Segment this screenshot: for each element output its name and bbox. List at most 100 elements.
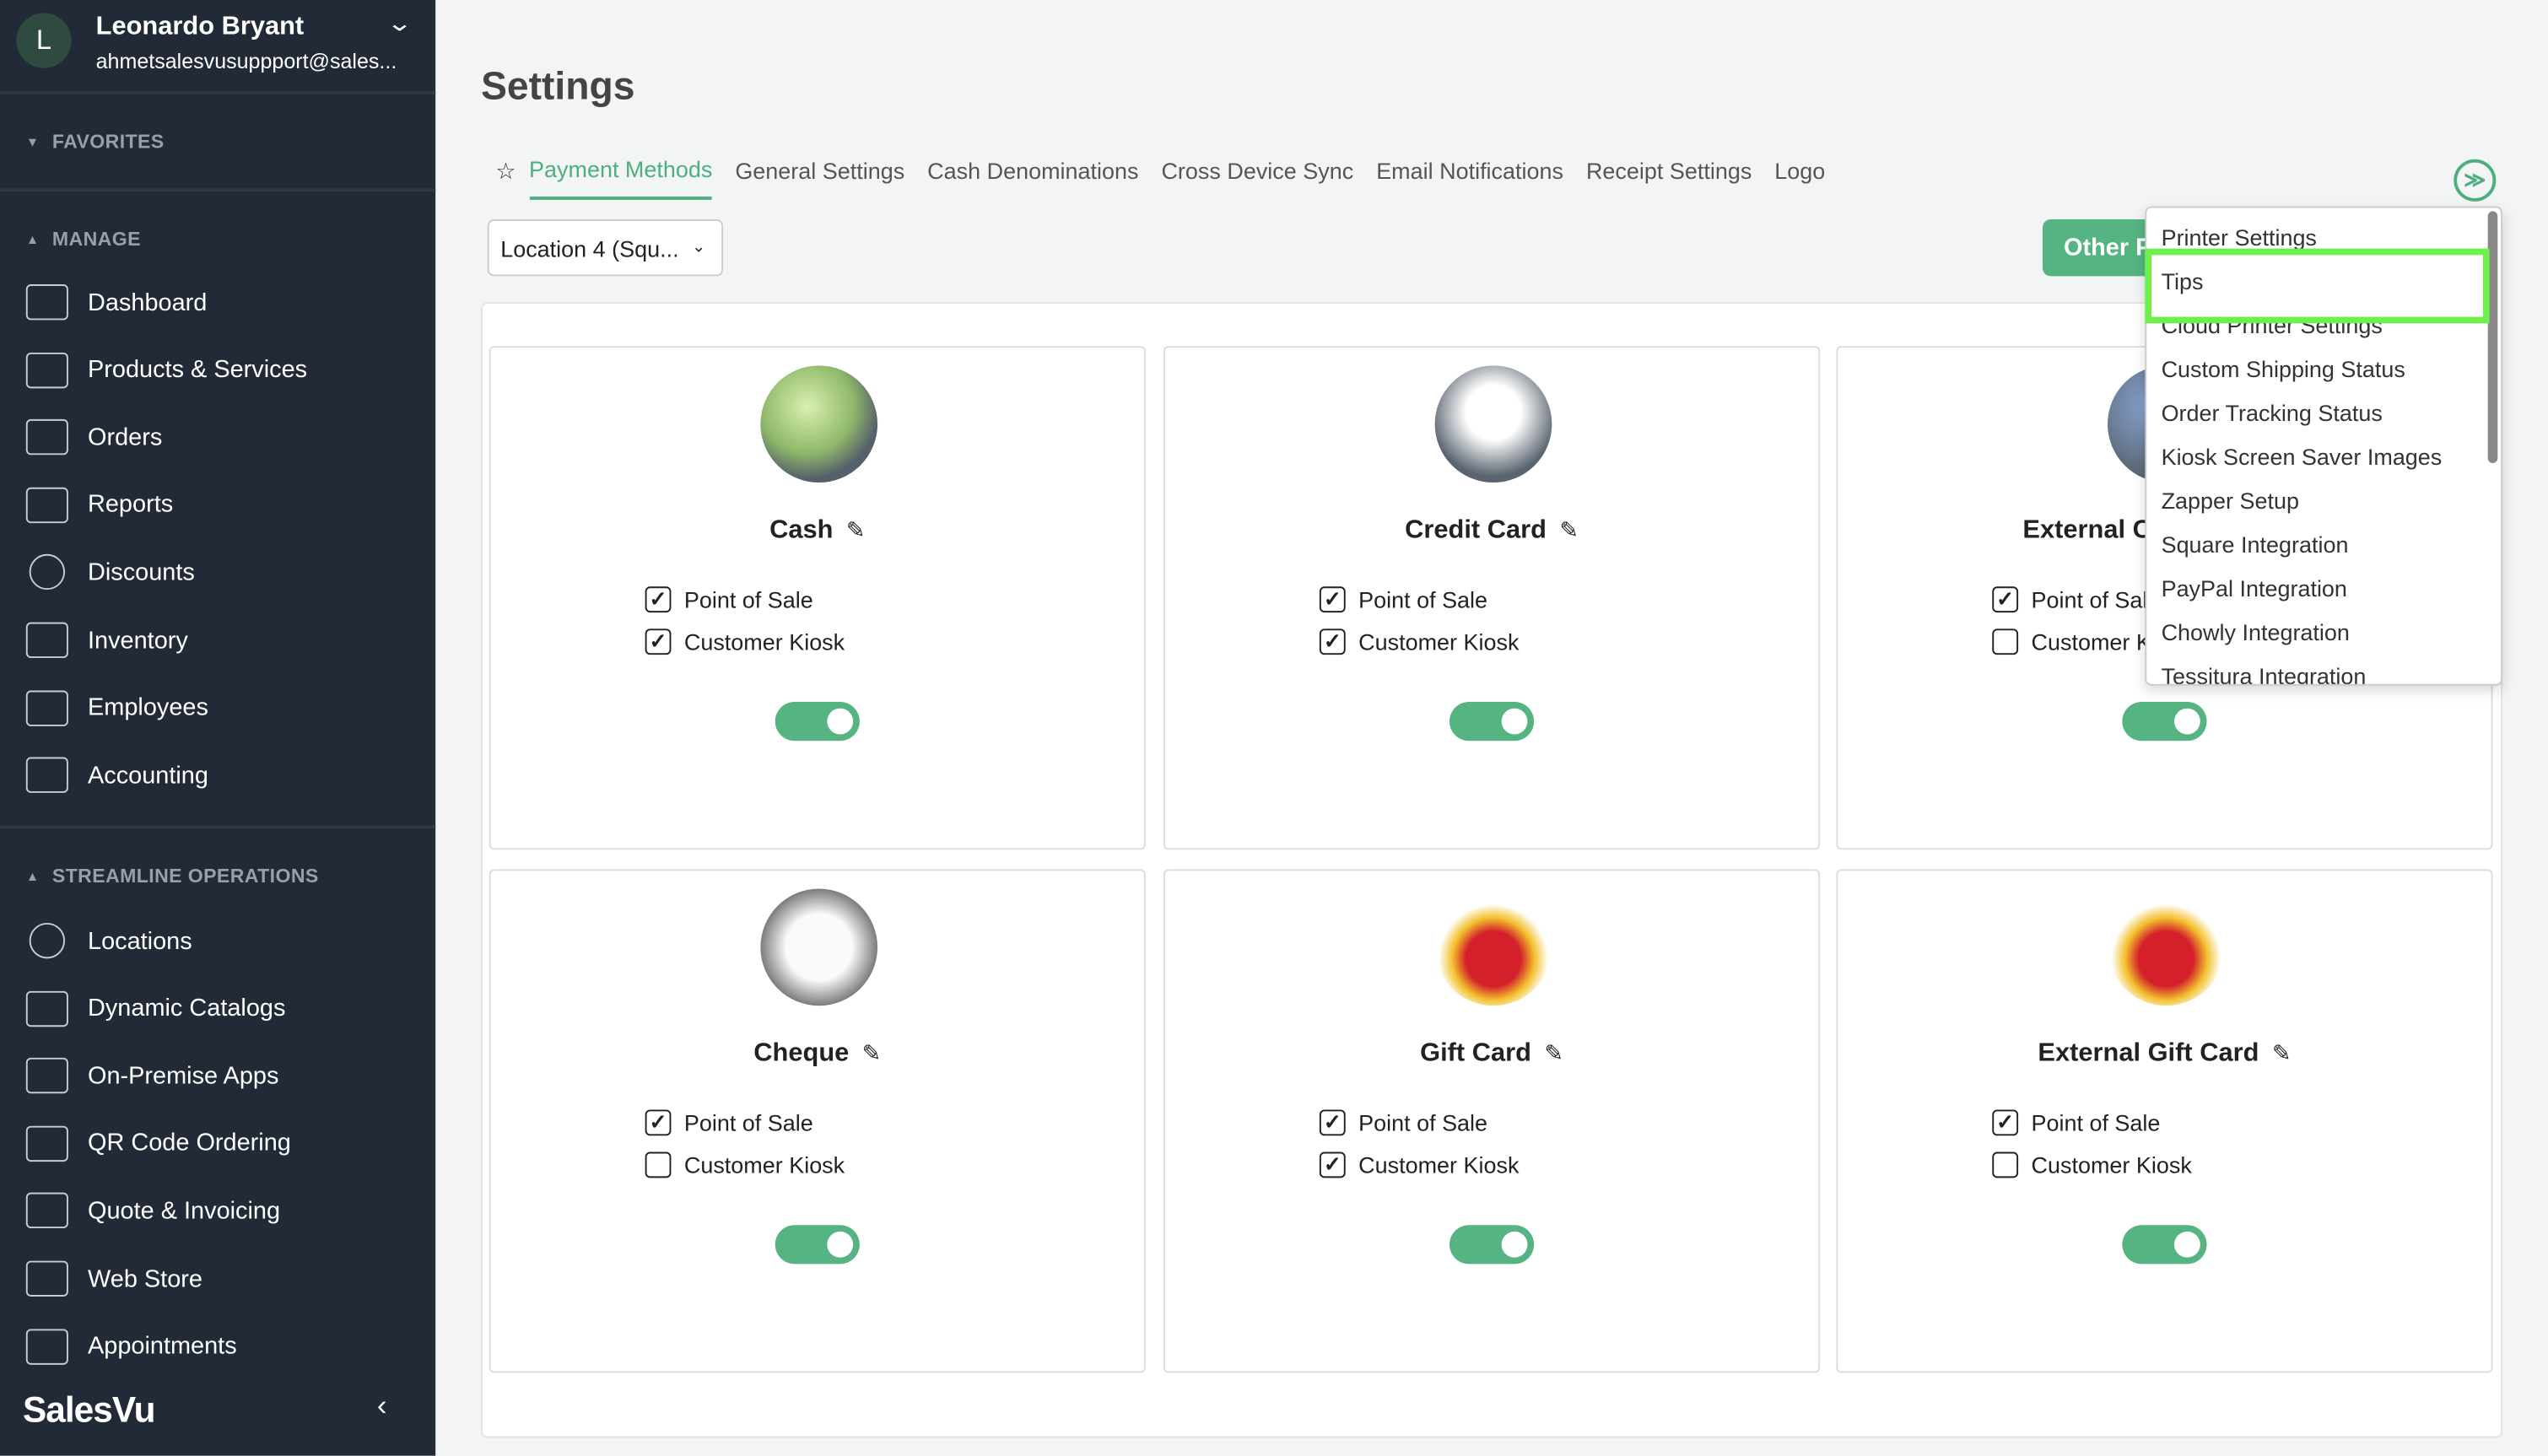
sidebar-item-appointments[interactable]: Appointments: [0, 1315, 435, 1377]
user-email: ahmetsalesvusuppport@sales...: [95, 48, 397, 73]
customer-kiosk-checkbox[interactable]: Customer Kiosk: [645, 1151, 845, 1178]
point-of-sale-checkbox[interactable]: ✓ Point of Sale: [1319, 586, 1487, 613]
dropdown-item-chowly-integration[interactable]: Chowly Integration: [2162, 619, 2350, 645]
qr-code-icon: [25, 1125, 68, 1162]
point-of-sale-checkbox[interactable]: ✓ Point of Sale: [645, 586, 813, 613]
payment-method-name: Cash ✎: [491, 516, 1144, 546]
checkbox-label: Point of Sale: [683, 586, 813, 613]
sidebar-item-label: Products & Services: [88, 355, 308, 384]
sidebar-item-label: Appointments: [88, 1332, 237, 1361]
tab-payment-methods[interactable]: Payment Methods: [529, 156, 713, 200]
point-of-sale-checkbox[interactable]: ✓ Point of Sale: [1319, 1109, 1488, 1136]
edit-icon[interactable]: ✎: [862, 1040, 882, 1066]
payment-method-label: Cash: [769, 516, 834, 545]
gift-icon: [2108, 888, 2225, 1006]
user-name[interactable]: Leonardo Bryant: [96, 13, 305, 42]
more-tabs-button[interactable]: ≫: [2454, 159, 2497, 202]
point-of-sale-checkbox[interactable]: ✓ Point of Sale: [1992, 1109, 2161, 1136]
enabled-toggle[interactable]: [2122, 1225, 2207, 1265]
customer-kiosk-checkbox[interactable]: ✓ Customer Kiosk: [1319, 628, 1520, 655]
tab-receipt-settings[interactable]: Receipt Settings: [1586, 158, 1752, 198]
sidebar-item-locations[interactable]: Locations: [0, 910, 435, 972]
reports-icon: [25, 487, 68, 523]
highlight-box: [2145, 248, 2490, 324]
payment-method-label: Gift Card: [1420, 1039, 1531, 1068]
sidebar-item-label: Reports: [88, 491, 174, 519]
divider: [0, 825, 436, 829]
sidebar-item-employees[interactable]: Employees: [0, 677, 435, 738]
tab-email-notifications[interactable]: Email Notifications: [1376, 158, 1563, 198]
dropdown-item-paypal-integration[interactable]: PayPal Integration: [2162, 575, 2347, 601]
sidebar-item-label: Dashboard: [88, 288, 208, 316]
caret-up-icon: ▲: [25, 869, 40, 884]
percent-icon: [29, 554, 66, 590]
checkbox-label: Point of Sale: [2031, 1109, 2161, 1136]
sidebar-item-label: QR Code Ordering: [88, 1130, 291, 1157]
checkbox-label: Customer Kiosk: [2031, 1151, 2192, 1178]
dropdown-item-tessitura-integration[interactable]: Tessitura Integration: [2162, 663, 2367, 684]
tab-logo[interactable]: Logo: [1774, 158, 1825, 198]
sidebar-item-inventory[interactable]: Inventory: [0, 609, 435, 671]
sidebar-item-on-premise-apps[interactable]: On-Premise Apps: [0, 1045, 435, 1107]
checked-icon: ✓: [1319, 628, 1346, 655]
checked-icon: ✓: [1319, 1151, 1346, 1178]
sidebar-item-dashboard[interactable]: Dashboard: [0, 272, 435, 333]
enabled-toggle[interactable]: [1449, 1225, 1535, 1265]
edit-icon[interactable]: ✎: [846, 516, 866, 542]
sidebar-item-dynamic-catalogs[interactable]: Dynamic Catalogs: [0, 978, 435, 1039]
star-icon[interactable]: ☆: [495, 157, 516, 199]
section-manage[interactable]: ▲ MANAGE: [26, 228, 141, 251]
enabled-toggle[interactable]: [1449, 702, 1535, 741]
enabled-toggle[interactable]: [775, 1225, 860, 1265]
payment-card-credit-card: Credit Card ✎ ✓ Point of Sale ✓ Customer Kios…: [1163, 346, 1821, 850]
sidebar-item-accounting[interactable]: Accounting: [0, 744, 435, 806]
divider: [0, 188, 436, 192]
caret-up-icon: ▲: [25, 232, 40, 247]
sidebar-item-qr-code-ordering[interactable]: QR Code Ordering: [0, 1113, 435, 1174]
customer-kiosk-checkbox[interactable]: ✓ Customer Kiosk: [645, 628, 845, 655]
monitor-icon: [25, 284, 68, 321]
tab-cross-device-sync[interactable]: Cross Device Sync: [1161, 158, 1353, 198]
customer-kiosk-checkbox[interactable]: Customer Kiosk: [1992, 1151, 2192, 1178]
apps-icon: [25, 1058, 68, 1094]
checkbox-label: Customer Kiosk: [683, 628, 845, 655]
calculator-icon: [25, 757, 68, 794]
chevron-down-icon[interactable]: ⌄: [386, 10, 413, 38]
sidebar-item-label: Employees: [88, 693, 208, 722]
enabled-toggle[interactable]: [775, 702, 860, 741]
payment-card-cash: Cash ✎ ✓ Point of Sale ✓ Customer Kiosk: [489, 346, 1146, 850]
checkbox-label: Customer Kiosk: [1358, 628, 1520, 655]
edit-icon[interactable]: ✎: [2272, 1040, 2292, 1066]
point-of-sale-checkbox[interactable]: ✓ Point of Sale: [645, 1109, 813, 1136]
checked-icon: ✓: [1992, 1109, 2019, 1136]
section-favorites[interactable]: ▼ FAVORITES: [26, 130, 165, 153]
location-pin-icon: [29, 922, 66, 959]
collapse-sidebar-icon[interactable]: ‹: [377, 1389, 387, 1423]
payment-method-name: Credit Card ✎: [1165, 516, 1818, 546]
sidebar-item-reports[interactable]: Reports: [0, 474, 435, 536]
point-of-sale-checkbox[interactable]: ✓ Point of Sale: [1992, 586, 2160, 613]
sidebar-item-discounts[interactable]: Discounts: [0, 542, 435, 603]
dropdown-item-order-tracking-status[interactable]: Order Tracking Status: [2162, 400, 2383, 426]
checkbox-label: Point of Sale: [1358, 1109, 1488, 1136]
edit-icon[interactable]: ✎: [1544, 1040, 1563, 1066]
dropdown-item-kiosk-screen-saver-images[interactable]: Kiosk Screen Saver Images: [2162, 444, 2443, 470]
location-select[interactable]: Location 4 (Squ... ⌄: [487, 219, 724, 277]
sidebar-item-products-services[interactable]: Products & Services: [0, 339, 435, 401]
tab-cash-denominations[interactable]: Cash Denominations: [927, 158, 1138, 198]
sidebar-item-web-store[interactable]: Web Store: [0, 1248, 435, 1309]
enabled-toggle[interactable]: [2122, 702, 2207, 741]
sidebar-item-label: Dynamic Catalogs: [88, 994, 286, 1022]
dropdown-item-custom-shipping-status[interactable]: Custom Shipping Status: [2162, 356, 2405, 382]
customer-kiosk-checkbox[interactable]: ✓ Customer Kiosk: [1319, 1151, 1519, 1178]
sidebar-item-quote-invoicing[interactable]: Quote & Invoicing: [0, 1180, 435, 1242]
tab-general-settings[interactable]: General Settings: [735, 158, 904, 198]
section-streamline[interactable]: ▲ STREAMLINE OPERATIONS: [26, 865, 319, 887]
dropdown-item-zapper-setup[interactable]: Zapper Setup: [2162, 488, 2299, 514]
section-label: FAVORITES: [51, 130, 165, 154]
divider: [0, 90, 436, 94]
edit-icon[interactable]: ✎: [1559, 516, 1579, 542]
dropdown-item-printer-settings[interactable]: Printer Settings: [2162, 224, 2317, 251]
sidebar-item-orders[interactable]: Orders: [0, 407, 435, 468]
dropdown-item-square-integration[interactable]: Square Integration: [2162, 531, 2349, 558]
